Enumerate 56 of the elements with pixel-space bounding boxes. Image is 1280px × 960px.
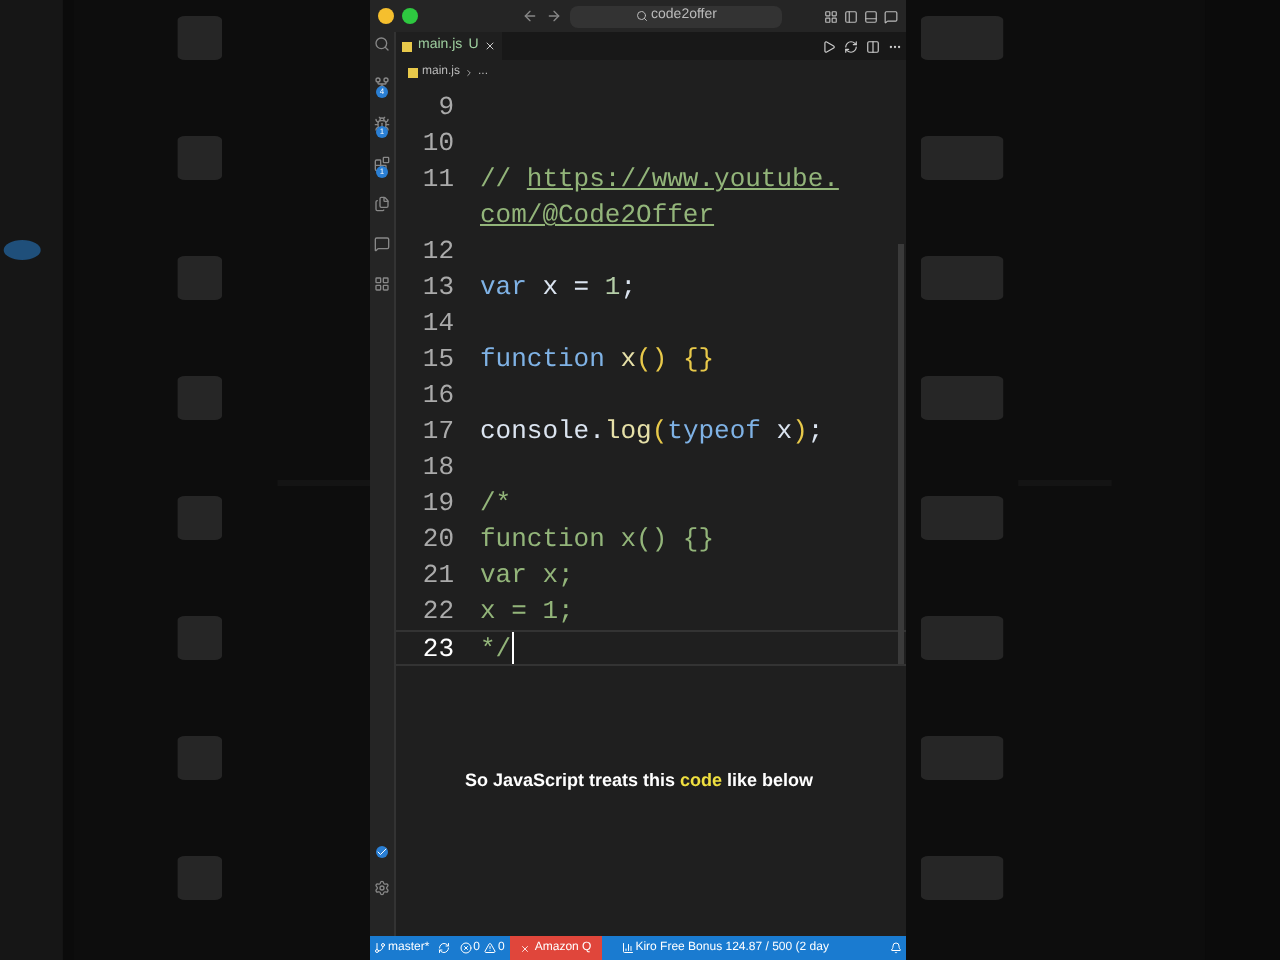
- close-icon[interactable]: [484, 40, 497, 52]
- js-file-icon: [408, 67, 418, 77]
- line-number: 19: [422, 488, 454, 518]
- code-line: var x = 1;: [480, 270, 637, 306]
- line-number: 17: [422, 416, 454, 446]
- code-line: // https://www.youtube.: [480, 162, 839, 198]
- code-line: /*: [480, 486, 512, 522]
- error-icon: [459, 942, 472, 954]
- check-badge-icon: [376, 846, 388, 858]
- code-line: com/@Code2Offer: [480, 198, 715, 234]
- line-number: 11: [422, 164, 454, 194]
- maximize-window-button[interactable]: [402, 8, 418, 24]
- settings-icon[interactable]: [374, 880, 390, 896]
- activity-icon[interactable]: [374, 276, 390, 292]
- line-number: 14: [422, 308, 454, 338]
- search-icon: [635, 10, 648, 22]
- activity-icon[interactable]: [374, 36, 390, 52]
- line-number: 12: [422, 236, 454, 266]
- line-number: 18: [422, 452, 454, 482]
- code-line: */: [480, 632, 512, 664]
- line-number: 13: [422, 272, 454, 302]
- line-number: 15: [422, 344, 454, 374]
- activity-icon[interactable]: [374, 196, 390, 212]
- branch-icon: [374, 942, 386, 954]
- layout-icon[interactable]: [824, 9, 838, 23]
- activity-icon[interactable]: [374, 156, 390, 172]
- js-file-icon: [402, 41, 412, 51]
- line-number: 22: [422, 596, 454, 626]
- bar-chart-icon: [621, 942, 634, 954]
- code-line: console.log(typeof x);: [480, 414, 824, 450]
- code-line: var x;: [480, 558, 574, 594]
- split-editor-icon[interactable]: [866, 39, 880, 53]
- warning-icon: [484, 942, 497, 954]
- text-cursor: [511, 632, 514, 664]
- activity-icon[interactable]: [374, 116, 390, 132]
- line-number: 23: [422, 634, 454, 664]
- notification-icon[interactable]: [890, 942, 902, 954]
- panel-bottom-icon[interactable]: [864, 9, 878, 23]
- code-line: function x() {}: [480, 522, 715, 558]
- forward-icon[interactable]: [546, 8, 562, 24]
- line-number: 16: [422, 380, 454, 410]
- caption: So JavaScript treats this code like below: [462, 768, 816, 794]
- line-number: 10: [422, 128, 454, 158]
- line-number: 9: [438, 92, 454, 122]
- back-icon[interactable]: [522, 8, 538, 24]
- line-number: 21: [422, 560, 454, 590]
- code-line: function x() {}: [480, 342, 715, 378]
- chat-icon[interactable]: [884, 9, 898, 23]
- code-line: x = 1;: [480, 594, 574, 630]
- activity-icon[interactable]: [374, 236, 390, 252]
- chevron-icon: [464, 67, 475, 77]
- sync-icon[interactable]: [437, 942, 450, 954]
- minimize-window-button[interactable]: [378, 8, 394, 24]
- line-number: 20: [422, 524, 454, 554]
- run-icon[interactable]: [822, 39, 836, 53]
- panel-left-icon[interactable]: [844, 9, 858, 23]
